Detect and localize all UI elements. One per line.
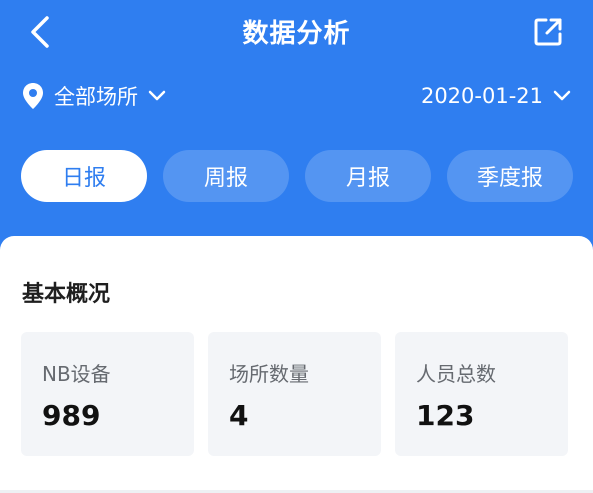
location-pin-icon xyxy=(22,82,44,110)
stat-venue-count[interactable]: 场所数量 4 xyxy=(208,332,381,456)
external-link-icon xyxy=(532,16,564,52)
stat-value: 4 xyxy=(229,399,249,432)
date-selector[interactable]: 2020-01-21 xyxy=(421,76,571,116)
stat-people-total[interactable]: 人员总数 123 xyxy=(395,332,568,456)
stat-label: NB设备 xyxy=(42,362,111,386)
share-button[interactable] xyxy=(528,14,568,54)
page-title: 数据分析 xyxy=(242,19,351,49)
tab-weekly-report[interactable]: 周报 xyxy=(163,150,289,202)
section-title: 基本概况 xyxy=(22,282,111,307)
tab-daily-report[interactable]: 日报 xyxy=(21,150,147,202)
stat-nb-devices[interactable]: NB设备 989 xyxy=(21,332,194,456)
venue-selector[interactable]: 全部场所 xyxy=(22,76,166,116)
stat-value: 989 xyxy=(42,399,101,432)
tab-quarterly-report[interactable]: 季度报 xyxy=(447,150,573,202)
stats-grid: NB设备 989 场所数量 4 人员总数 123 xyxy=(21,332,568,456)
chevron-down-icon xyxy=(553,90,571,102)
stat-label: 场所数量 xyxy=(229,362,309,386)
chevron-down-icon xyxy=(148,90,166,102)
venue-label: 全部场所 xyxy=(54,85,138,109)
header: 数据分析 全部场所 2020-01-21 日报 周报 月报 季度报 xyxy=(0,0,593,260)
stat-label: 人员总数 xyxy=(416,362,496,386)
stat-value: 123 xyxy=(416,399,475,432)
report-tabs: 日报 周报 月报 季度报 xyxy=(21,150,573,202)
overview-card: 基本概况 NB设备 989 场所数量 4 人员总数 123 xyxy=(0,236,593,493)
date-label: 2020-01-21 xyxy=(420,84,543,108)
tab-monthly-report[interactable]: 月报 xyxy=(305,150,431,202)
